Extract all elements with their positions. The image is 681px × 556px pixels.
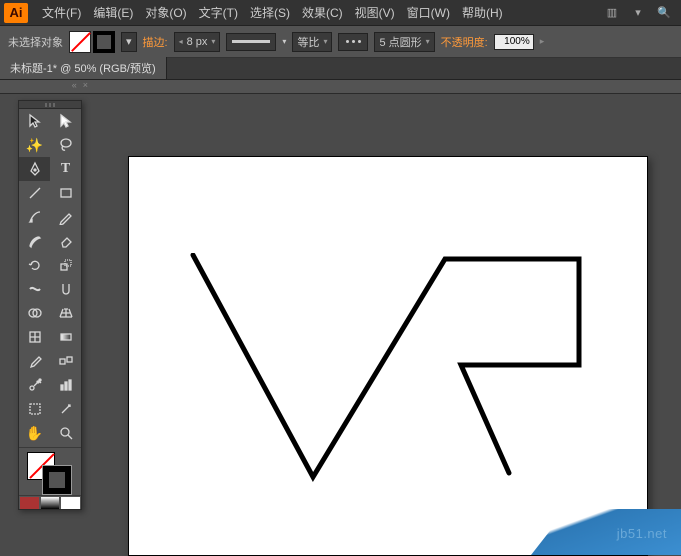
tools-panel: ✨ T ✋ [18,100,82,510]
gradient-tool[interactable] [50,325,81,349]
pen-tool[interactable] [19,157,50,181]
chevron-down-icon[interactable]: ▾ [628,5,648,21]
scale-tool[interactable] [50,253,81,277]
opacity-field[interactable] [494,34,534,50]
stroke-swatch[interactable] [93,31,115,53]
control-bar: 未选择对象 ▾ 描边: ◂ 8 px ▾ ▾ 等比 ▾ 5 点圆形 ▾ 不透明度… [0,26,681,58]
brush-profile-value: 5 点圆形 [379,34,421,50]
artboard-tool[interactable] [19,397,50,421]
rotate-tool[interactable] [19,253,50,277]
menu-window[interactable]: 窗口(W) [401,4,456,21]
direct-selection-tool[interactable] [50,109,81,133]
search-icon[interactable]: 🔍 [654,5,674,21]
lasso-tool[interactable] [50,133,81,157]
symbol-sprayer-tool[interactable] [19,373,50,397]
panel-grip[interactable] [19,101,81,109]
document-tab[interactable]: 未标题-1* @ 50% (RGB/预览) [0,57,167,79]
mesh-tool[interactable] [19,325,50,349]
fill-stroke-swatches[interactable] [69,31,115,53]
hand-tool[interactable]: ✋ [19,421,50,445]
column-graph-tool[interactable] [50,373,81,397]
line-tool[interactable] [19,181,50,205]
width-tool[interactable] [19,277,50,301]
perspective-grid-tool[interactable] [50,301,81,325]
brush-profile-preview[interactable] [338,33,368,51]
layout-icon[interactable]: ▥ [602,5,622,21]
menu-object[interactable]: 对象(O) [139,4,192,21]
opacity-label: 不透明度: [441,34,488,50]
stroke-style-preview[interactable] [226,33,276,51]
selection-status: 未选择对象 [8,34,63,50]
menu-edit[interactable]: 编辑(E) [87,4,139,21]
fill-stroke-indicator[interactable] [19,447,81,495]
blend-tool[interactable] [50,349,81,373]
paintbrush-tool[interactable] [19,205,50,229]
stroke-weight-value: 8 px [187,36,208,48]
slice-tool[interactable] [50,397,81,421]
stroke-label: 描边: [143,34,168,50]
none-mode-swatch[interactable] [61,497,80,509]
gradient-mode-swatch[interactable] [41,497,60,509]
tab-collapse-icon[interactable]: « [72,80,77,93]
document-tab-bar: 未标题-1* @ 50% (RGB/预览) [0,58,681,80]
eraser-tool[interactable] [50,229,81,253]
menu-view[interactable]: 视图(V) [349,4,401,21]
menu-bar: Ai 文件(F) 编辑(E) 对象(O) 文字(T) 选择(S) 效果(C) 视… [0,0,681,26]
warp-tool[interactable] [50,277,81,301]
chevron-right-icon[interactable]: ▸ [540,36,545,47]
menu-effect[interactable]: 效果(C) [296,4,349,21]
eyedropper-tool[interactable] [19,349,50,373]
artboard[interactable] [128,156,648,556]
type-tool[interactable]: T [50,157,81,181]
brush-profile-dropdown[interactable]: 5 点圆形 ▾ [374,32,434,52]
watermark-text: jb51.net [617,526,667,541]
magic-wand-tool[interactable]: ✨ [19,133,50,157]
workspace: ✨ T ✋ [0,94,681,555]
pencil-tool[interactable] [50,205,81,229]
selection-tool[interactable] [19,109,50,133]
menu-file[interactable]: 文件(F) [36,4,87,21]
menu-select[interactable]: 选择(S) [244,4,296,21]
rectangle-tool[interactable] [50,181,81,205]
uniform-label: 等比 [297,34,319,50]
chevron-down-icon[interactable]: ▾ [282,37,286,46]
blob-brush-tool[interactable] [19,229,50,253]
tab-close-icon[interactable]: × [83,80,88,93]
fill-swatch-none[interactable] [69,31,91,53]
menu-type[interactable]: 文字(T) [193,4,244,21]
tab-strip-controls: « × [0,80,681,94]
color-mode-swatch[interactable] [20,497,39,509]
stroke-uniform-dropdown[interactable]: 等比 ▾ [292,32,332,52]
stroke-indicator-black[interactable] [43,466,71,494]
color-mode-row[interactable] [19,495,81,509]
swatch-dropdown-icon[interactable]: ▾ [121,32,137,52]
vector-path-vr[interactable] [189,253,589,483]
stroke-weight-field[interactable]: ◂ 8 px ▾ [174,32,221,52]
menu-help[interactable]: 帮助(H) [456,4,509,21]
zoom-tool[interactable] [50,421,81,445]
shape-builder-tool[interactable] [19,301,50,325]
app-logo: Ai [4,3,28,23]
